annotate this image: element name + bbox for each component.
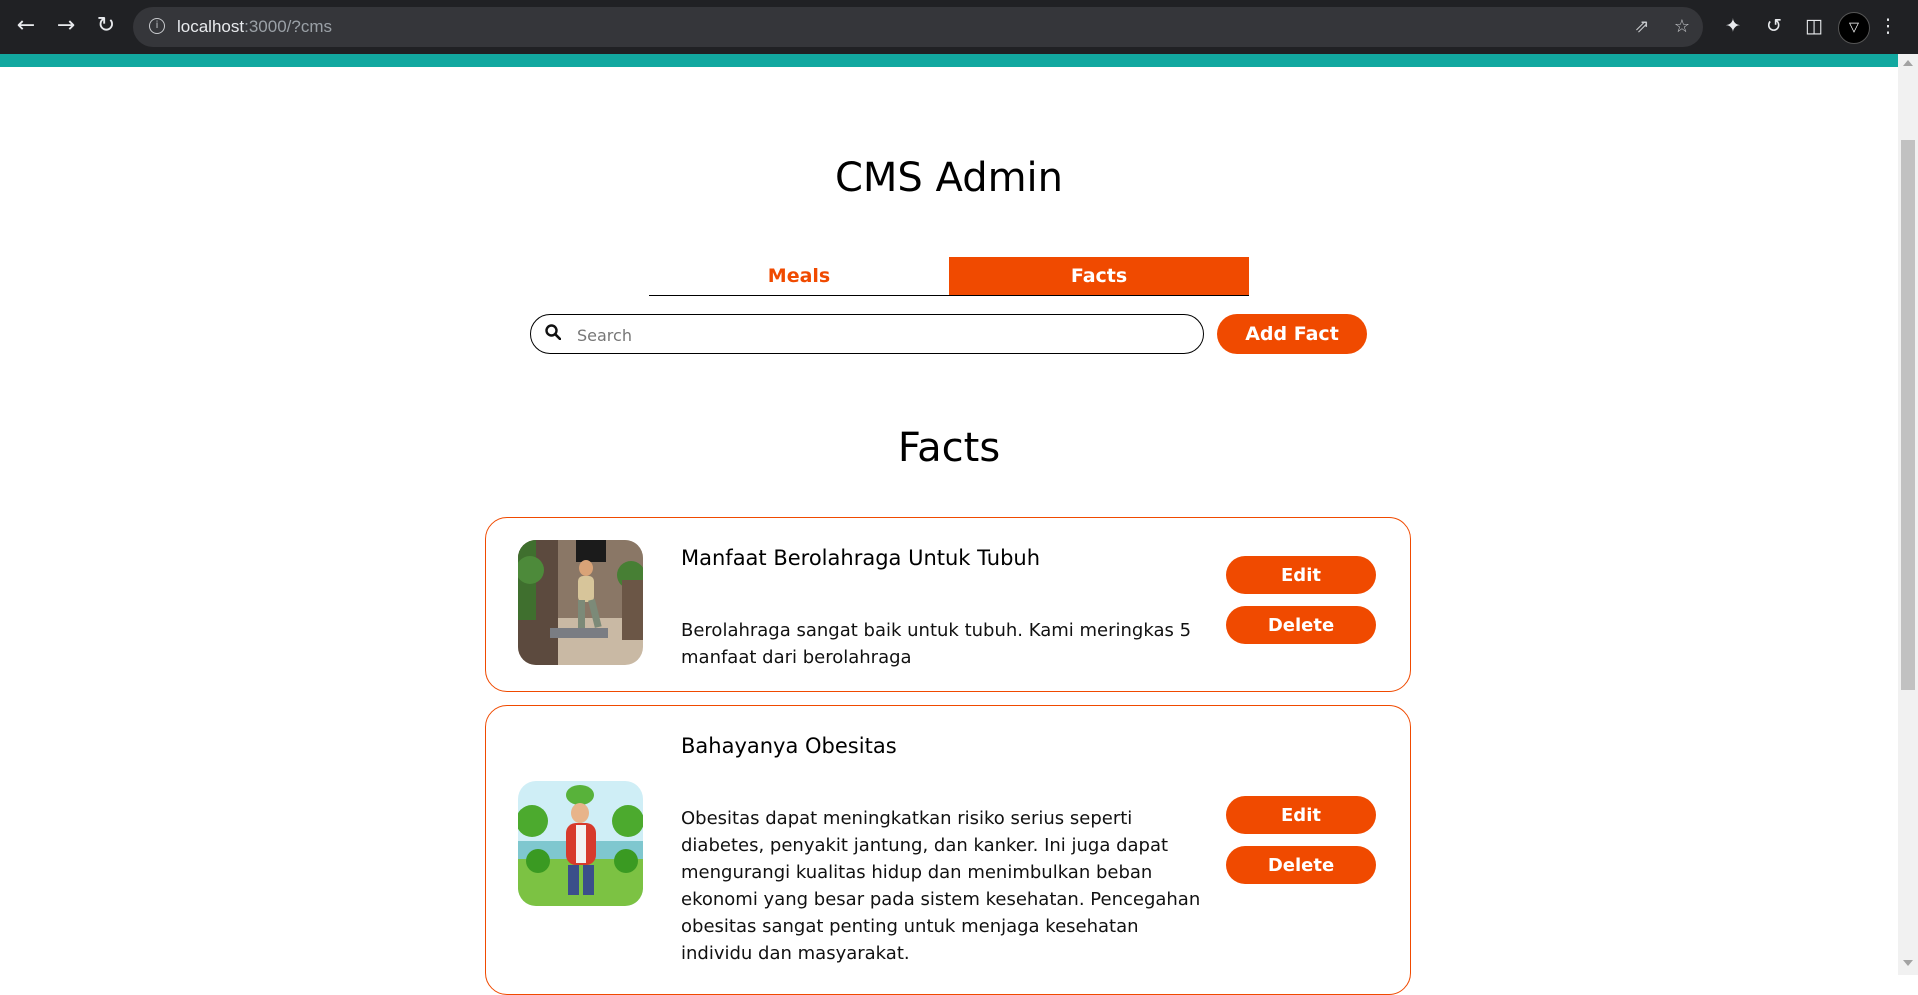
exercise-thumbnail-image bbox=[518, 540, 643, 665]
search-icon bbox=[545, 324, 561, 340]
bookmark-star-icon[interactable]: ☆ bbox=[1670, 15, 1694, 39]
fact-description: Obesitas dapat meningkatkan risiko seriu… bbox=[681, 808, 1201, 964]
profile-avatar[interactable]: ▽ bbox=[1838, 12, 1870, 44]
fact-title: Bahayanya Obesitas bbox=[681, 734, 897, 758]
add-fact-button[interactable]: Add Fact bbox=[1217, 314, 1367, 354]
url-text[interactable]: localhost:3000/?cms bbox=[177, 7, 332, 47]
search-input[interactable] bbox=[575, 317, 1189, 353]
browser-toolbar: ← → ↻ i localhost:3000/?cms ⇗ ☆ ✦ ↺ ◫ ▽ … bbox=[0, 0, 1918, 54]
top-accent-bar bbox=[0, 54, 1898, 67]
page-title: CMS Admin bbox=[834, 155, 1064, 201]
tab-bar: Meals Facts bbox=[649, 257, 1249, 296]
forward-arrow-icon[interactable]: → bbox=[50, 10, 82, 42]
fact-card: Bahayanya Obesitas Obesitas dapat mening… bbox=[485, 705, 1411, 995]
scroll-thumb[interactable] bbox=[1901, 140, 1915, 690]
tab-meals[interactable]: Meals bbox=[649, 257, 949, 295]
reload-icon[interactable]: ↻ bbox=[90, 10, 122, 42]
page-scrollbar[interactable] bbox=[1898, 54, 1918, 975]
menu-kebab-icon[interactable]: ⋮ bbox=[1878, 12, 1898, 40]
side-panel-icon[interactable]: ◫ bbox=[1800, 12, 1828, 40]
fact-card: Manfaat Berolahraga Untuk Tubuh Berolahr… bbox=[485, 517, 1411, 692]
edit-button[interactable]: Edit bbox=[1226, 796, 1376, 834]
back-arrow-icon[interactable]: ← bbox=[10, 10, 42, 42]
fact-title: Manfaat Berolahraga Untuk Tubuh bbox=[681, 546, 1041, 570]
search-bar bbox=[530, 314, 1204, 354]
site-info-icon[interactable]: i bbox=[149, 18, 165, 34]
fact-description: Berolahraga sangat baik untuk tubuh. Kam… bbox=[681, 620, 1192, 668]
tab-facts[interactable]: Facts bbox=[949, 257, 1249, 295]
delete-button[interactable]: Delete bbox=[1226, 606, 1376, 644]
obesity-thumbnail-image bbox=[518, 781, 643, 906]
scroll-down-arrow-icon[interactable] bbox=[1903, 960, 1913, 966]
facts-section-title: Facts bbox=[897, 425, 1001, 471]
extension-swirl-icon[interactable]: ↺ bbox=[1760, 12, 1788, 40]
share-icon[interactable]: ⇗ bbox=[1630, 15, 1654, 39]
scroll-up-arrow-icon[interactable] bbox=[1903, 60, 1913, 66]
delete-button[interactable]: Delete bbox=[1226, 846, 1376, 884]
extensions-puzzle-icon[interactable]: ✦ bbox=[1719, 12, 1747, 40]
edit-button[interactable]: Edit bbox=[1226, 556, 1376, 594]
address-bar[interactable]: i localhost:3000/?cms ⇗ ☆ bbox=[133, 7, 1703, 47]
